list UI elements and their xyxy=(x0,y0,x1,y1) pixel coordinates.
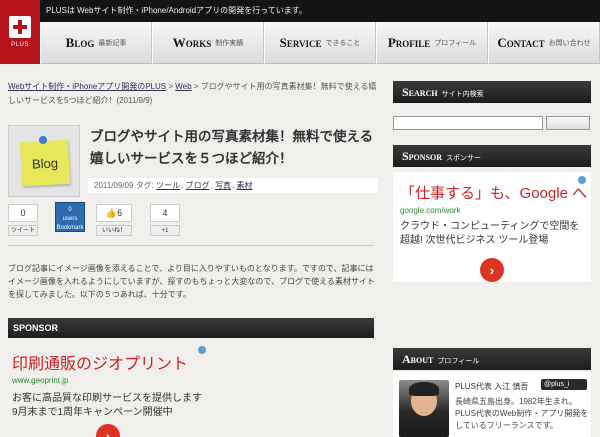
thumbnail-label: Blog xyxy=(31,154,59,172)
hatena-bookmark-label: Bookmark xyxy=(56,225,84,231)
facebook-count: 👍6 xyxy=(96,204,132,222)
article-intro: ブログ記事にイメージ画像を添えることで、より目に入りやすいものとなります。ですの… xyxy=(8,264,375,299)
sidebar-ad-title-link[interactable]: 「仕事する」も、Google へ xyxy=(400,182,587,203)
nav-profile-jp: プロフィール xyxy=(434,40,477,47)
nav-service[interactable]: Service できること xyxy=(264,22,376,64)
gplus-widget: 4 +1 xyxy=(150,204,180,236)
tag-link[interactable]: ツール xyxy=(156,181,180,190)
tag-link[interactable]: 写真 xyxy=(215,181,231,190)
pushpin-icon xyxy=(39,136,47,144)
article-thumbnail[interactable]: Blog xyxy=(8,125,80,197)
sticky-note-image: Blog xyxy=(19,139,71,187)
nav-blog[interactable]: Blog 最新記事 xyxy=(40,22,152,64)
logo-text: PLUS xyxy=(11,42,29,48)
tags-label: タグ: xyxy=(135,181,154,190)
sponsor-sidebar-header: Sponsor スポンサー xyxy=(393,145,591,167)
sponsor-header-jp: スポンサー xyxy=(446,155,482,162)
nav-works-jp: 制作実績 xyxy=(215,40,244,47)
divider xyxy=(8,245,374,246)
nav-blog-jp: 最新記事 xyxy=(98,40,127,47)
about-header-jp: プロフィール xyxy=(437,358,480,365)
ad-title-link[interactable]: 印刷通販のジオプリント xyxy=(12,350,188,374)
tweet-count: 0 xyxy=(8,204,38,222)
avatar xyxy=(399,380,449,437)
ad-arrow-icon[interactable]: › xyxy=(96,424,120,437)
hatena-count: 0 xyxy=(68,207,72,213)
nav-service-jp: できること xyxy=(325,40,361,47)
nav-profile[interactable]: Profile プロフィール xyxy=(376,22,488,64)
about-header: About プロフィール xyxy=(393,348,591,370)
sidebar-ad-arrow-icon[interactable]: › xyxy=(480,258,504,282)
facebook-widget: 👍6 いいね！ xyxy=(96,204,132,236)
tweet-widget: 0 ツイート xyxy=(8,204,39,236)
tweet-button[interactable]: ツイート xyxy=(8,225,39,236)
breadcrumb: Webサイト制作・iPhoneアプリ開発のPLUS > Web > ブログやサイ… xyxy=(8,80,378,108)
sponsor-header: SPONSOR xyxy=(8,318,374,338)
search-button[interactable] xyxy=(546,116,590,130)
nav-service-en: Service xyxy=(279,35,322,50)
post-date: 2011/09/09 xyxy=(94,181,134,190)
hatena-bookmark-button[interactable]: 0 users Bookmark xyxy=(55,202,85,232)
nav-works[interactable]: Works 制作実績 xyxy=(152,22,264,64)
about-name: PLUS代表 入江 慎吾 xyxy=(455,382,529,391)
main-nav: Blog 最新記事 Works 制作実績 Service できること Profile プ… xyxy=(40,22,600,64)
post-title[interactable]: ブログやサイト用の写真素材集！無料で使える嬉しいサービスを５つほど紹介！ xyxy=(90,126,380,170)
gplus-count: 4 xyxy=(150,204,180,222)
sidebar-ad-body: クラウド・コンピューティングで空間を超越! 次世代ビジネス ツール登場 xyxy=(400,221,580,246)
post-meta: 2011/09/09 タグ: ツール, ブログ, 写真, 素材 xyxy=(88,178,378,193)
tag-link[interactable]: ブログ xyxy=(186,181,210,190)
search-header-jp: サイト内検索 xyxy=(441,91,484,98)
twitter-handle: @plus_i xyxy=(544,381,570,388)
tag-link[interactable]: 素材 xyxy=(237,181,253,190)
twitter-follow-button[interactable]: @plus_i xyxy=(541,379,587,390)
plus-logo-icon xyxy=(9,16,31,38)
breadcrumb-separator: > xyxy=(191,82,201,91)
nav-blog-en: Blog xyxy=(65,35,95,50)
about-header-en: About xyxy=(402,352,434,366)
search-input[interactable] xyxy=(393,116,543,130)
top-bar: PLUSは Webサイト制作・iPhone/Androidアプリの開発を行ってい… xyxy=(0,0,600,22)
ad-info-icon[interactable] xyxy=(198,346,206,354)
search-header-en: Search xyxy=(402,85,438,99)
gplus-button[interactable]: +1 xyxy=(150,225,180,236)
avatar-hair xyxy=(409,382,439,396)
search-header: Search サイト内検索 xyxy=(393,81,591,103)
facebook-count-value: 6 xyxy=(117,208,123,218)
nav-profile-en: Profile xyxy=(387,35,431,50)
ad-body: お客に高品質な印刷サービスを提供します 9月末まで1周年キャンペーン開催中 xyxy=(12,393,202,418)
sponsor-header-en: Sponsor xyxy=(402,149,443,163)
about-body: 長崎県五島出身。1982年生まれ。 PLUS代表のWeb制作・アプリ開発をしてい… xyxy=(455,397,589,430)
nav-contact[interactable]: Contact お問い合わせ xyxy=(488,22,600,64)
ad-url[interactable]: www.geoprint.jp xyxy=(12,376,68,385)
nav-contact-en: Contact xyxy=(497,35,545,50)
hatena-users-label: users xyxy=(62,216,78,222)
nav-contact-jp: お問い合わせ xyxy=(548,40,591,47)
breadcrumb-web-link[interactable]: Web xyxy=(175,82,191,91)
breadcrumb-home-link[interactable]: Webサイト制作・iPhoneアプリ開発のPLUS xyxy=(8,82,166,91)
top-bar-text: PLUSは Webサイト制作・iPhone/Androidアプリの開発を行ってい… xyxy=(46,6,307,15)
facebook-like-button[interactable]: いいね！ xyxy=(96,225,132,236)
sidebar-ad-url[interactable]: google.com/work xyxy=(400,206,460,215)
breadcrumb-separator: > xyxy=(166,82,176,91)
nav-works-en: Works xyxy=(172,35,212,50)
plus-logo[interactable]: PLUS xyxy=(0,0,40,64)
